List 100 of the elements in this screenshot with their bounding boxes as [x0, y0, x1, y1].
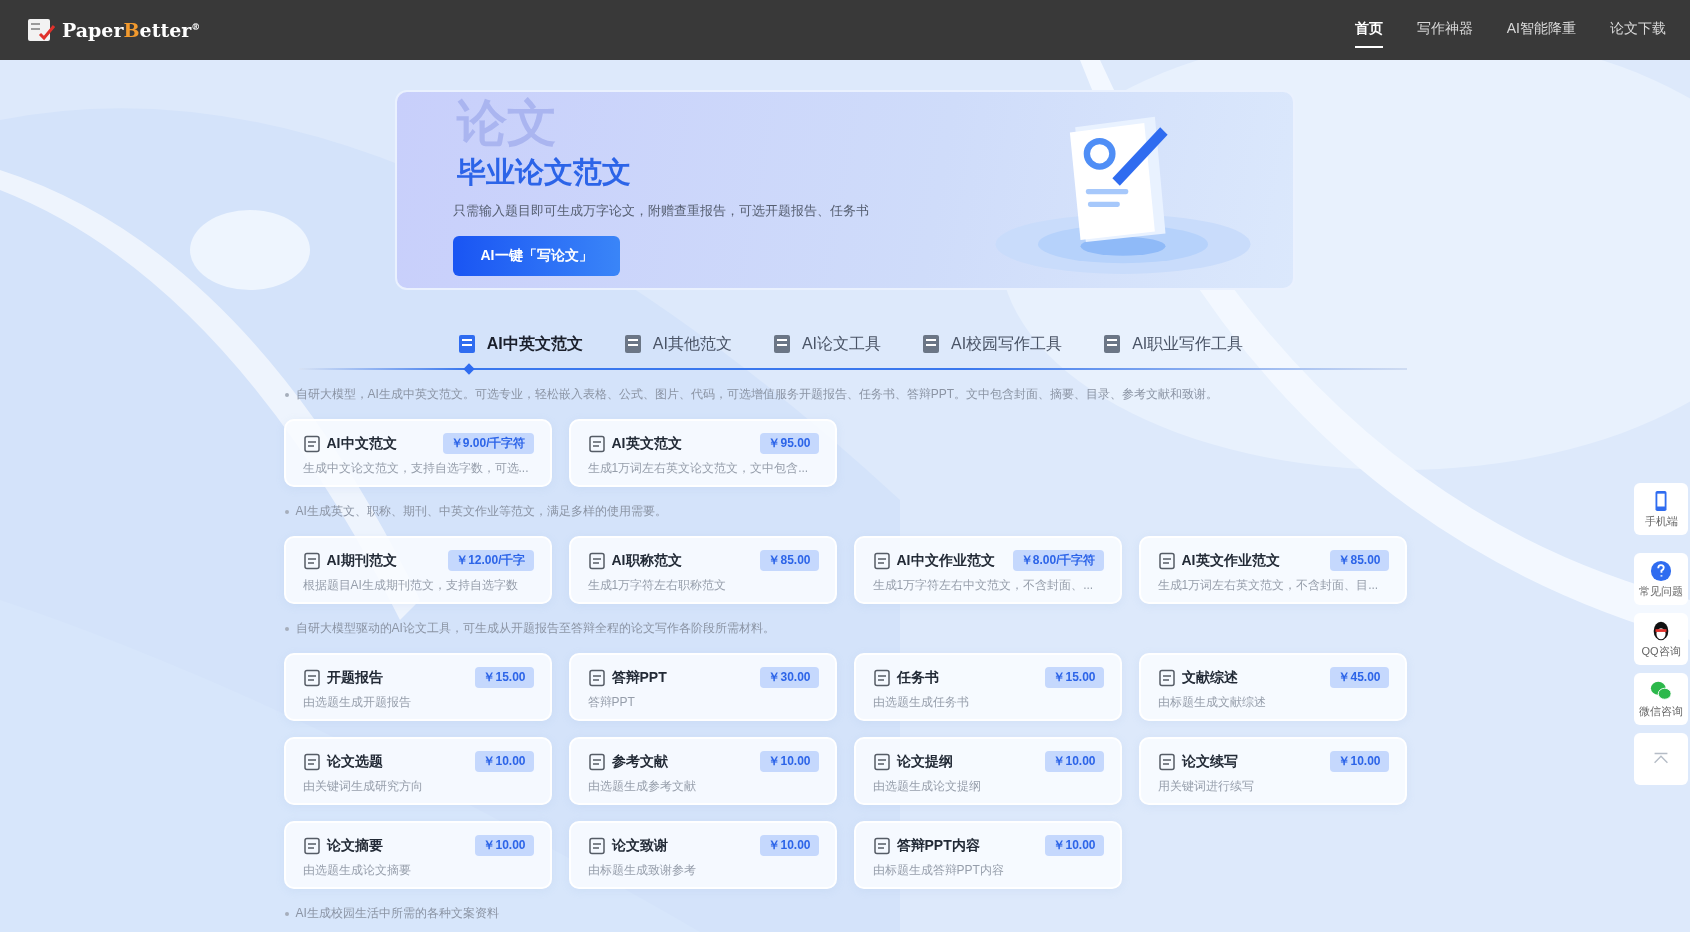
nav-link[interactable]: 论文下载: [1610, 12, 1666, 48]
nav-link[interactable]: AI智能降重: [1506, 12, 1576, 48]
card-title: 论文致谢: [611, 836, 669, 855]
card-title: 任务书: [896, 668, 940, 687]
category-tab[interactable]: AI其他范文: [622, 314, 732, 374]
price-tag: ￥10.00: [1045, 751, 1104, 772]
card-title: AI职称范文: [611, 551, 683, 570]
tool-card[interactable]: 答辩PPT ￥30.00 答辩PPT: [568, 653, 837, 721]
document-icon: [1157, 551, 1176, 570]
price-tag: ￥30.00: [760, 667, 819, 688]
side-tool-button[interactable]: 常见问题: [1634, 553, 1688, 605]
tool-card[interactable]: AI期刊范文 ￥12.00/千字 根据题目AI生成期刊范文，支持自选字数: [283, 536, 552, 604]
price-tag: ￥10.00: [1045, 835, 1104, 856]
price-tag: ￥85.00: [1330, 550, 1389, 571]
side-tool-button[interactable]: QQ咨询: [1634, 613, 1688, 665]
tool-card[interactable]: AI中文范文 ￥9.00/千字符 生成中文论文范文，支持自选字数，可选...: [283, 419, 552, 487]
write-paper-button[interactable]: AI一键「写论文」: [453, 236, 620, 276]
document-icon: [302, 434, 321, 453]
chat-bubbles-icon: [1650, 679, 1672, 702]
document-icon: [587, 434, 606, 453]
card-title: AI英文作业范文: [1181, 551, 1281, 570]
document-icon: [872, 836, 891, 855]
document-icon: [872, 752, 891, 771]
document-icon: [587, 551, 606, 570]
document-icon: [587, 836, 606, 855]
nav-link[interactable]: 首页: [1354, 12, 1383, 48]
card-description: 由关键词生成研究方向: [302, 778, 424, 795]
banner-title: 毕业论文范文: [457, 155, 631, 190]
card-description: 由选题生成论文提纲: [872, 778, 982, 795]
tool-card[interactable]: 文献综述 ￥45.00 由标题生成文献综述: [1138, 653, 1407, 721]
tool-card[interactable]: 开题报告 ￥15.00 由选题生成开题报告: [283, 653, 552, 721]
card-title: 答辩PPT内容: [896, 836, 981, 855]
side-tool-button[interactable]: 微信咨询: [1634, 673, 1688, 725]
document-icon: [587, 668, 606, 687]
document-icon: [302, 551, 321, 570]
help-icon: [1650, 559, 1672, 582]
tool-card[interactable]: AI中文作业范文 ￥8.00/千字符 生成1万字符左右中文范文，不含封面、...: [853, 536, 1122, 604]
tool-card[interactable]: 论文摘要 ￥10.00 由选题生成论文摘要: [283, 821, 552, 889]
card-description: 由选题生成论文摘要: [302, 862, 412, 879]
document-icon: [1157, 668, 1176, 687]
tool-card[interactable]: AI英文作业范文 ￥85.00 生成1万词左右英文范文，不含封面、目...: [1138, 536, 1407, 604]
category-tab[interactable]: AI论文工具: [771, 314, 881, 374]
card-title: 论文摘要: [326, 836, 384, 855]
card-description: 生成1万字符左右职称范文: [587, 577, 728, 594]
card-description: 生成1万字符左右中文范文，不含封面、...: [872, 577, 1095, 594]
card-title: 参考文献: [611, 752, 669, 771]
tool-card[interactable]: 答辩PPT内容 ￥10.00 由标题生成答辩PPT内容: [853, 821, 1122, 889]
price-tag: ￥95.00: [760, 433, 819, 454]
card-title: 论文选题: [326, 752, 384, 771]
card-description: 生成1万词左右英文论文范文，文中包含...: [587, 460, 810, 477]
tool-card[interactable]: 参考文献 ￥10.00 由选题生成参考文献: [568, 737, 837, 805]
card-description: 由标题生成答辩PPT内容: [872, 862, 1005, 879]
tool-card[interactable]: 论文致谢 ￥10.00 由标题生成致谢参考: [568, 821, 837, 889]
card-description: 根据题目AI生成期刊范文，支持自选字数: [302, 577, 519, 594]
tool-card[interactable]: 论文提纲 ￥10.00 由选题生成论文提纲: [853, 737, 1122, 805]
tool-card[interactable]: AI职称范文 ￥85.00 生成1万字符左右职称范文: [568, 536, 837, 604]
card-description: 答辩PPT: [587, 694, 636, 711]
tool-card[interactable]: 任务书 ￥15.00 由选题生成任务书: [853, 653, 1122, 721]
price-tag: ￥15.00: [1045, 667, 1104, 688]
price-tag: ￥10.00: [760, 751, 819, 772]
price-tag: ￥10.00: [475, 835, 534, 856]
card-description: 生成中文论文范文，支持自选字数，可选...: [302, 460, 530, 477]
card-description: 生成1万词左右英文范文，不含封面、目...: [1157, 577, 1380, 594]
section-description: 自研大模型驱动的AI论文工具，可生成从开题报告至答辩全程的论文写作各阶段所需材料。: [295, 620, 775, 637]
card-title: 答辩PPT: [611, 668, 668, 687]
card-description: 由选题生成参考文献: [587, 778, 697, 795]
category-tab[interactable]: AI校园写作工具: [921, 314, 1063, 374]
card-title: AI期刊范文: [326, 551, 398, 570]
price-tag: ￥8.00/千字符: [1012, 550, 1104, 571]
category-tab[interactable]: AI中英文范文: [456, 314, 583, 374]
document-icon: [302, 836, 321, 855]
card-description: 由选题生成开题报告: [302, 694, 412, 711]
card-description: 用关键词进行续写: [1157, 778, 1255, 795]
document-icon: [1157, 752, 1176, 771]
card-title: 文献综述: [1181, 668, 1239, 687]
price-tag: ￥45.00: [1330, 667, 1389, 688]
tool-card[interactable]: 论文续写 ￥10.00 用关键词进行续写: [1138, 737, 1407, 805]
card-description: 由选题生成任务书: [872, 694, 970, 711]
tool-card[interactable]: AI英文范文 ￥95.00 生成1万词左右英文论文范文，文中包含...: [568, 419, 837, 487]
tool-card[interactable]: 论文选题 ￥10.00 由关键词生成研究方向: [283, 737, 552, 805]
card-description: 由标题生成文献综述: [1157, 694, 1267, 711]
document-icon: [302, 668, 321, 687]
card-title: AI中文作业范文: [896, 551, 996, 570]
price-tag: ￥10.00: [1330, 751, 1389, 772]
card-title: AI英文范文: [611, 434, 683, 453]
price-tag: ￥9.00/千字符: [442, 433, 534, 454]
card-title: 论文续写: [1181, 752, 1239, 771]
section-description: AI生成校园生活中所需的各种文案资料: [295, 905, 499, 922]
document-icon: [302, 752, 321, 771]
category-tab[interactable]: AI职业写作工具: [1102, 314, 1244, 374]
logo-text[interactable]: PaperBetter$^{®}$: [62, 19, 201, 41]
card-title: 论文提纲: [896, 752, 954, 771]
side-tool-button[interactable]: 手机端: [1634, 483, 1688, 535]
back-to-top-button[interactable]: [1634, 733, 1688, 785]
price-tag: ￥10.00: [760, 835, 819, 856]
price-tag: ￥10.00: [475, 751, 534, 772]
section-description: AI生成英文、职称、期刊、中英文作业等范文，满足多样的使用需要。: [295, 503, 667, 520]
nav-link[interactable]: 写作神器: [1416, 12, 1473, 48]
card-description: 由标题生成致谢参考: [587, 862, 697, 879]
price-tag: ￥85.00: [760, 550, 819, 571]
